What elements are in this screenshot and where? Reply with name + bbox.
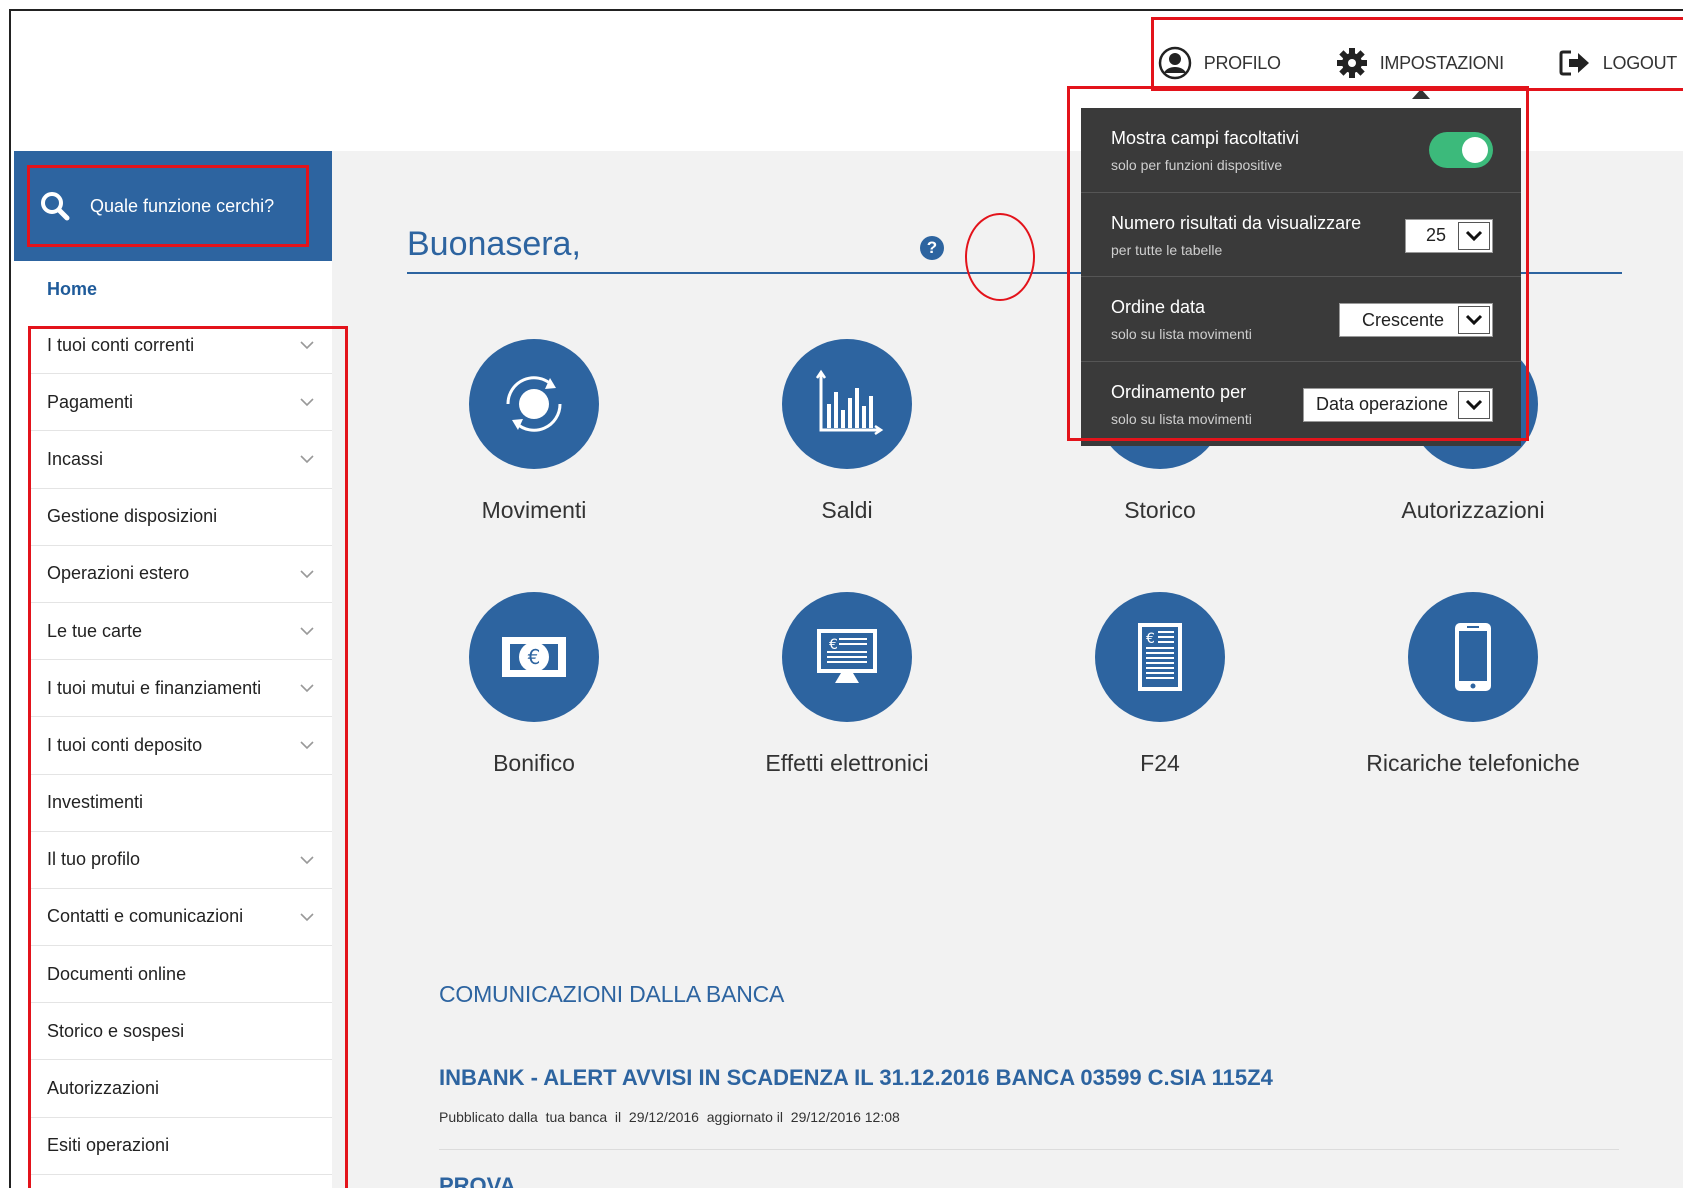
tile-effetti-elettronici[interactable]: € Effetti elettronici (697, 592, 997, 777)
annotation-settings-popup (1067, 86, 1529, 441)
greeting-title: Buonasera, (407, 225, 581, 263)
tile-label: F24 (1140, 750, 1180, 776)
document-euro-icon: € (1095, 592, 1225, 722)
app-window: PROFILO IMPOSTAZIONI LOGOUT Quale funzio… (9, 9, 1683, 1188)
svg-text:€: € (829, 637, 838, 653)
tile-movimenti[interactable]: Movimenti (384, 339, 684, 524)
tile-f24[interactable]: € F24 (1010, 592, 1310, 777)
tile-bonifico[interactable]: € Bonifico (384, 592, 684, 777)
help-icon[interactable]: ? (920, 236, 944, 260)
communications-title: COMUNICAZIONI DALLA BANCA (439, 981, 785, 1007)
annotation-topnav (1151, 17, 1683, 91)
sidebar-item-home[interactable]: Home (14, 261, 332, 317)
refresh-circle-icon (469, 339, 599, 469)
banknote-euro-icon: € (469, 592, 599, 722)
tile-label: Saldi (821, 497, 873, 523)
tile-label: Movimenti (481, 497, 587, 523)
annotation-help (965, 213, 1035, 301)
tile-label: Bonifico (493, 750, 575, 776)
svg-text:€: € (528, 645, 541, 669)
news-item-title[interactable]: PROVA (439, 1173, 516, 1188)
annotation-sidebar-menu (28, 326, 348, 1188)
svg-text:€: € (1146, 631, 1155, 647)
tile-label: Storico (1124, 497, 1196, 523)
annotation-search (27, 165, 309, 247)
monitor-euro-icon: € (782, 592, 912, 722)
tile-label: Effetti elettronici (765, 750, 929, 776)
news-divider (439, 1149, 1619, 1150)
bar-chart-icon (782, 339, 912, 469)
tile-ricariche-telefoniche[interactable]: Ricariche telefoniche (1323, 592, 1623, 777)
smartphone-icon (1408, 592, 1538, 722)
news-item-title[interactable]: INBANK - ALERT AVVISI IN SCADENZA IL 31.… (439, 1065, 1273, 1091)
tile-saldi[interactable]: Saldi (697, 339, 997, 524)
tile-label: Ricariche telefoniche (1366, 750, 1580, 776)
tile-label: Autorizzazioni (1401, 497, 1545, 523)
news-item-meta: Pubblicato dalla tua banca il 29/12/2016… (439, 1109, 900, 1125)
